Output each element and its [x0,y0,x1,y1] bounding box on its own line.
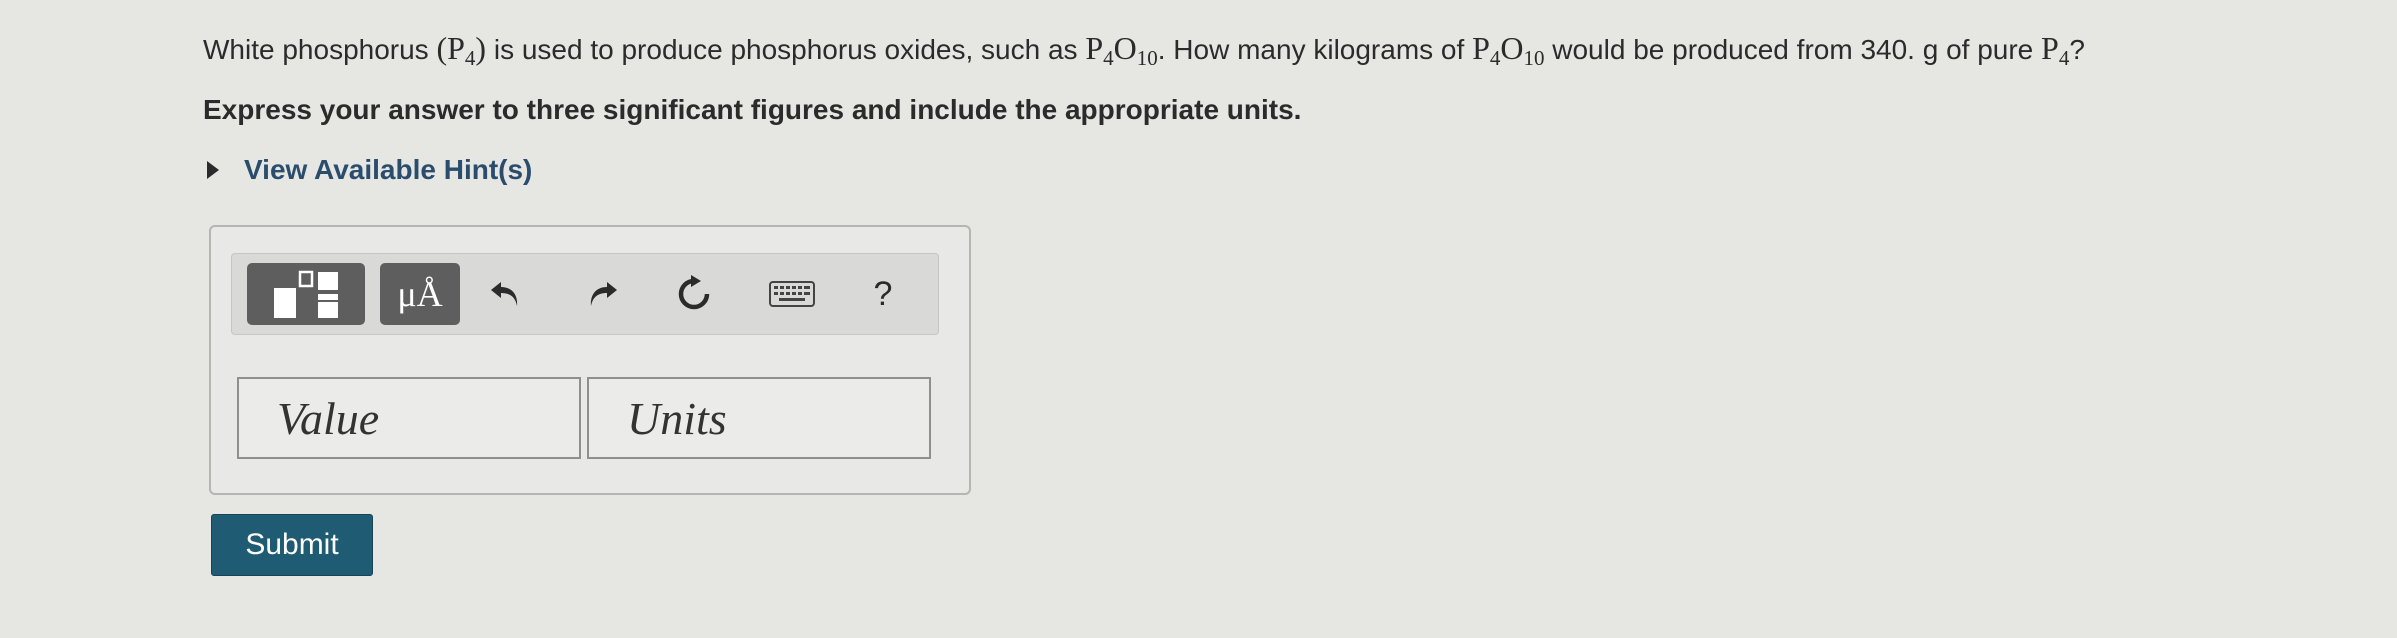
p4o10-formula-2: P4O10 [1472,30,1544,69]
view-hints-toggle[interactable]: View Available Hint(s) [207,154,532,186]
units-button[interactable]: μÅ [380,263,460,325]
question-text: White phosphorus (P4) is used to produce… [203,26,2085,72]
undo-icon [491,282,518,306]
p4-1-base: P [447,30,465,66]
p4-2-base: P [2041,30,2059,66]
triangle-right-icon [207,161,219,179]
redo-icon [590,282,617,306]
paren-close: ) [475,30,487,66]
instruction-text: Express your answer to three significant… [203,94,1302,125]
question-segment-5: ? [2069,34,2085,65]
p4o10-formula-1: P4O10 [1085,30,1157,69]
help-icon: ? [873,274,893,313]
p4-2-sub: 4 [2058,46,2070,70]
templates-button[interactable] [247,263,365,325]
p4o10-1-o-sub: 10 [1136,46,1158,70]
question-segment-1: White phosphorus [203,34,437,65]
units-placeholder: Units [627,392,727,444]
value-placeholder: Value [277,392,380,444]
submit-button[interactable]: Submit [211,514,373,576]
question-segment-3: . How many kilograms of [1157,34,1473,65]
paren-open: ( [436,30,448,66]
p4o10-2-p: P [1472,30,1490,66]
p4-1-sub: 4 [464,46,476,70]
undo-button[interactable] [481,268,533,320]
units-icon: μÅ [397,274,443,314]
p4-formula-1: (P4) [436,30,487,69]
p4o10-1-p: P [1085,30,1104,66]
units-input[interactable]: Units [587,377,931,459]
math-toolbar: μÅ ? [231,253,939,335]
value-input[interactable]: Value [237,377,581,459]
p4o10-2-o: O [1500,30,1524,66]
keyboard-button[interactable] [766,268,818,320]
redo-button[interactable] [575,268,627,320]
reset-icon [678,275,710,310]
p4-formula-2: P4 [2041,30,2069,69]
p4o10-2-o-sub: 10 [1523,46,1545,70]
answer-panel: μÅ ? Value Units [209,225,971,495]
question-segment-4: would be produced from 340. g of pure [1544,34,2042,65]
keyboard-icon [769,281,815,307]
templates-icon [274,270,338,318]
question-segment-2: is used to produce phosphorus oxides, su… [486,34,1086,65]
help-button[interactable]: ? [857,268,909,320]
p4o10-1-p-sub: 4 [1103,46,1114,70]
p4o10-1-o: O [1113,30,1137,66]
reset-button[interactable] [668,268,720,320]
p4o10-2-p-sub: 4 [1489,46,1501,70]
view-hints-label: View Available Hint(s) [244,154,533,185]
